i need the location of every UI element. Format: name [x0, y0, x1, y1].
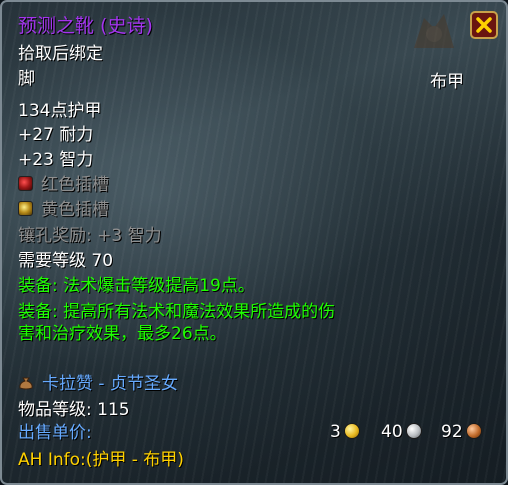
- gold-value: 3: [330, 422, 341, 442]
- yellow-socket-icon: [18, 201, 33, 216]
- copper-value: 92: [441, 422, 463, 442]
- close-x-icon: [476, 17, 492, 33]
- intellect-stat: +23 智力: [18, 150, 94, 170]
- armor-type-text: 布甲: [430, 72, 464, 92]
- boss-portrait-decoration: [414, 14, 454, 48]
- slot-text: 脚: [18, 69, 35, 89]
- drop-source-text: 卡拉赞 - 贞节圣女: [42, 374, 178, 394]
- drop-source-row: 卡拉赞 - 贞节圣女: [18, 374, 178, 394]
- yellow-socket-row: 黄色插槽: [18, 200, 109, 220]
- bind-text: 拾取后绑定: [18, 44, 103, 64]
- equip-effect-spellpower-line1: 装备: 提高所有法术和魔法效果所造成的伤: [18, 302, 336, 322]
- close-button[interactable]: [470, 11, 498, 39]
- required-level: 需要等级 70: [18, 251, 114, 271]
- stamina-stat: +27 耐力: [18, 125, 94, 145]
- loot-bag-icon: [19, 377, 33, 390]
- equip-effect-spellpower-line2: 害和治疗效果，最多26点。: [18, 324, 227, 344]
- red-socket-row: 红色插槽: [18, 175, 109, 195]
- armor-value: 134点护甲: [18, 101, 102, 121]
- copper-coin-icon: [465, 423, 482, 439]
- silver-value: 40: [381, 422, 403, 442]
- red-socket-label: 红色插槽: [41, 175, 109, 195]
- gold-amount: 3: [330, 422, 360, 442]
- item-tooltip: 预测之靴 (史诗) 拾取后绑定 脚 布甲 134点护甲 +27 耐力 +23 智…: [0, 0, 508, 485]
- silver-amount: 40: [381, 422, 422, 442]
- item-name: 预测之靴 (史诗): [18, 15, 153, 37]
- copper-amount: 92: [441, 422, 482, 442]
- yellow-socket-label: 黄色插槽: [41, 200, 109, 220]
- red-socket-icon: [18, 176, 33, 191]
- item-level: 物品等级: 115: [18, 400, 130, 420]
- silver-coin-icon: [405, 423, 422, 439]
- sell-price-label: 出售单价:: [18, 423, 92, 443]
- equip-effect-crit: 装备: 法术爆击等级提高19点。: [18, 276, 255, 296]
- socket-bonus: 镶孔奖励: +3 智力: [18, 226, 162, 246]
- gold-coin-icon: [343, 423, 360, 439]
- ah-info: AH Info:(护甲 - 布甲): [18, 450, 184, 470]
